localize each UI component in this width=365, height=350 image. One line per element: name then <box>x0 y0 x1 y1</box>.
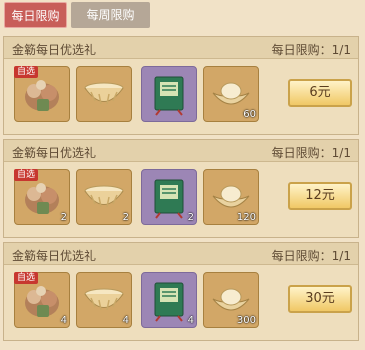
item-slot-golden-bowl[interactable]: 2 <box>76 169 132 225</box>
selection-badge: 自选 <box>14 169 39 181</box>
pack-header: 金簕每日优选礼 每日限购：1/1 <box>4 37 358 59</box>
buy-button-price[interactable]: 6元 <box>288 79 352 107</box>
tab-bar: 每日限购 每周限购 <box>0 0 365 32</box>
selection-badge: 自选 <box>14 66 39 78</box>
pack-title: 金簕每日优选礼 <box>12 146 97 160</box>
item-count: 4 <box>187 315 194 326</box>
item-count: 120 <box>236 212 256 223</box>
pack-limit: 每日限购：1/1 <box>271 43 351 57</box>
item-count: 2 <box>122 212 129 223</box>
buy-button-price[interactable]: 30元 <box>288 285 352 313</box>
item-count: 2 <box>60 212 67 223</box>
pack-limit: 每日限购：1/1 <box>271 146 351 160</box>
pack-title: 金簕每日优选礼 <box>12 43 97 57</box>
pack-header: 金簕每日优选礼 每日限购：1/1 <box>4 140 358 162</box>
item-slot-selection-bundle[interactable]: 自选 4 <box>14 272 70 328</box>
item-count: 4 <box>122 315 129 326</box>
item-slot-green-book[interactable] <box>141 66 197 122</box>
item-slot-gold-ingot[interactable]: 300 <box>203 272 259 328</box>
item-slot-green-book[interactable]: 4 <box>141 272 197 328</box>
pack-panel-1: 金簕每日优选礼 每日限购：1/1 自选 60 6元 <box>3 36 359 135</box>
item-slot-green-book[interactable]: 2 <box>141 169 197 225</box>
bowl-icon <box>84 82 124 105</box>
item-slot-selection-bundle[interactable]: 自选 <box>14 66 70 122</box>
book-icon <box>154 179 184 219</box>
pack-limit: 每日限购：1/1 <box>271 249 351 263</box>
item-slot-gold-ingot[interactable]: 60 <box>203 66 259 122</box>
bowl-icon <box>84 185 124 208</box>
buy-button-price[interactable]: 12元 <box>288 182 352 210</box>
tab-weekly-limit[interactable]: 每周限购 <box>71 2 150 28</box>
selection-badge: 自选 <box>14 272 39 284</box>
book-icon <box>154 76 184 116</box>
item-slot-golden-bowl[interactable] <box>76 66 132 122</box>
item-slot-selection-bundle[interactable]: 自选 2 <box>14 169 70 225</box>
book-icon <box>154 282 184 322</box>
item-count: 4 <box>60 315 67 326</box>
bowl-icon <box>84 288 124 311</box>
item-count: 300 <box>236 315 256 326</box>
tab-daily-limit[interactable]: 每日限购 <box>4 2 67 28</box>
pack-title: 金簕每日优选礼 <box>12 249 97 263</box>
item-slot-golden-bowl[interactable]: 4 <box>76 272 132 328</box>
item-count: 60 <box>243 109 256 120</box>
item-slot-gold-ingot[interactable]: 120 <box>203 169 259 225</box>
pack-header: 金簕每日优选礼 每日限购：1/1 <box>4 243 358 265</box>
pack-panel-2: 金簕每日优选礼 每日限购：1/1 自选 2 2 2 120 12元 <box>3 139 359 238</box>
item-count: 2 <box>187 212 194 223</box>
pack-panel-3: 金簕每日优选礼 每日限购：1/1 自选 4 4 4 300 30元 <box>3 242 359 341</box>
